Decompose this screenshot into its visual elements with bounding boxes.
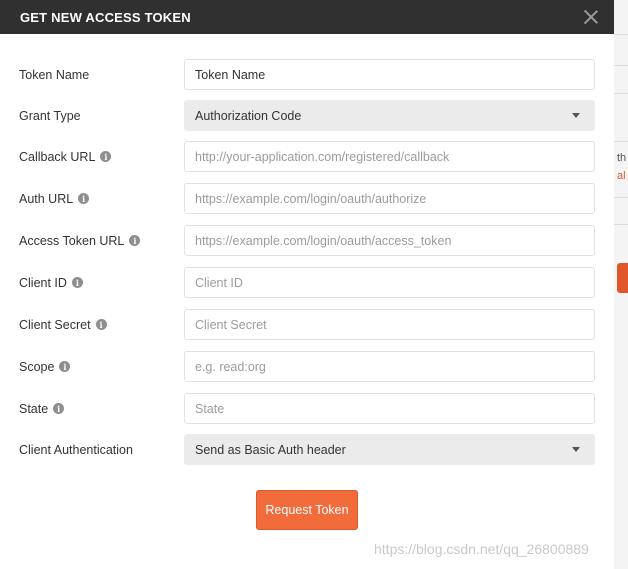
callback-url-label: Callback URL i (19, 141, 112, 172)
chevron-down-icon (572, 447, 580, 452)
grant-type-selected-value: Authorization Code (195, 108, 302, 123)
form-row-callback-url: Callback URL i http://your-application.c… (0, 141, 614, 172)
client-id-label-text: Client ID (19, 275, 67, 290)
grant-type-select[interactable]: Authorization Code (184, 100, 595, 131)
access-token-url-label: Access Token URL i (19, 225, 141, 256)
client-authentication-label-text: Client Authentication (19, 442, 133, 457)
scope-label: Scope i (19, 351, 71, 382)
form-row-client-secret: Client Secret i Client Secret (0, 309, 614, 340)
get-access-token-modal: GET NEW ACCESS TOKEN Token Name Token Na… (0, 0, 614, 569)
client-secret-label: Client Secret i (19, 309, 107, 340)
client-id-label: Client ID i (19, 267, 83, 298)
form-row-client-authentication: Client Authentication Send as Basic Auth… (0, 434, 614, 465)
auth-url-label-text: Auth URL (19, 191, 74, 206)
info-icon[interactable]: i (78, 193, 90, 204)
grant-type-label-text: Grant Type (19, 108, 81, 123)
access-token-url-input[interactable]: https://example.com/login/oauth/access_t… (184, 225, 595, 256)
state-label: State i (19, 393, 65, 424)
info-icon[interactable]: i (129, 235, 141, 246)
modal-title: GET NEW ACCESS TOKEN (20, 9, 191, 25)
auth-url-input[interactable]: https://example.com/login/oauth/authoriz… (184, 183, 595, 214)
request-token-button[interactable]: Request Token (256, 490, 358, 530)
info-icon[interactable]: i (95, 319, 107, 330)
state-input[interactable]: State (184, 393, 595, 424)
auth-url-label: Auth URL i (19, 183, 90, 214)
modal-header: GET NEW ACCESS TOKEN (0, 0, 614, 34)
client-authentication-select[interactable]: Send as Basic Auth header (184, 434, 595, 465)
client-secret-input[interactable]: Client Secret (184, 309, 595, 340)
form-row-token-name: Token Name Token Name (0, 59, 614, 90)
background-warning-text: al (617, 170, 626, 182)
token-name-input[interactable]: Token Name (184, 59, 595, 90)
form-row-auth-url: Auth URL i https://example.com/login/oau… (0, 183, 614, 214)
info-icon[interactable]: i (59, 361, 71, 372)
state-label-text: State (19, 401, 49, 416)
scope-input[interactable]: e.g. read:org (184, 351, 595, 382)
form-row-client-id: Client ID i Client ID (0, 267, 614, 298)
client-id-input[interactable]: Client ID (184, 267, 595, 298)
scope-label-text: Scope (19, 359, 55, 374)
token-name-label: Token Name (19, 59, 89, 90)
callback-url-input[interactable]: http://your-application.com/registered/c… (184, 141, 595, 172)
info-icon[interactable]: i (100, 151, 112, 162)
info-icon[interactable]: i (53, 403, 65, 414)
background-text: th (617, 152, 627, 164)
form-row-grant-type: Grant Type Authorization Code (0, 100, 614, 131)
background-app-panel: th al (612, 0, 628, 569)
client-authentication-selected-value: Send as Basic Auth header (195, 442, 346, 457)
watermark-text: https://blog.csdn.net/qq_26800889 (374, 541, 589, 557)
form-row-access-token-url: Access Token URL i https://example.com/l… (0, 225, 614, 256)
close-icon[interactable] (582, 8, 600, 26)
client-authentication-label: Client Authentication (19, 434, 133, 465)
client-secret-label-text: Client Secret (19, 317, 91, 332)
form-row-scope: Scope i e.g. read:org (0, 351, 614, 382)
form-row-state: State i State (0, 393, 614, 424)
token-name-label-text: Token Name (19, 67, 90, 82)
grant-type-label: Grant Type (19, 100, 81, 131)
callback-url-label-text: Callback URL (19, 149, 96, 164)
chevron-down-icon (572, 113, 580, 118)
access-token-url-label-text: Access Token URL (19, 233, 125, 248)
info-icon[interactable]: i (71, 277, 83, 288)
background-orange-button (617, 263, 628, 293)
